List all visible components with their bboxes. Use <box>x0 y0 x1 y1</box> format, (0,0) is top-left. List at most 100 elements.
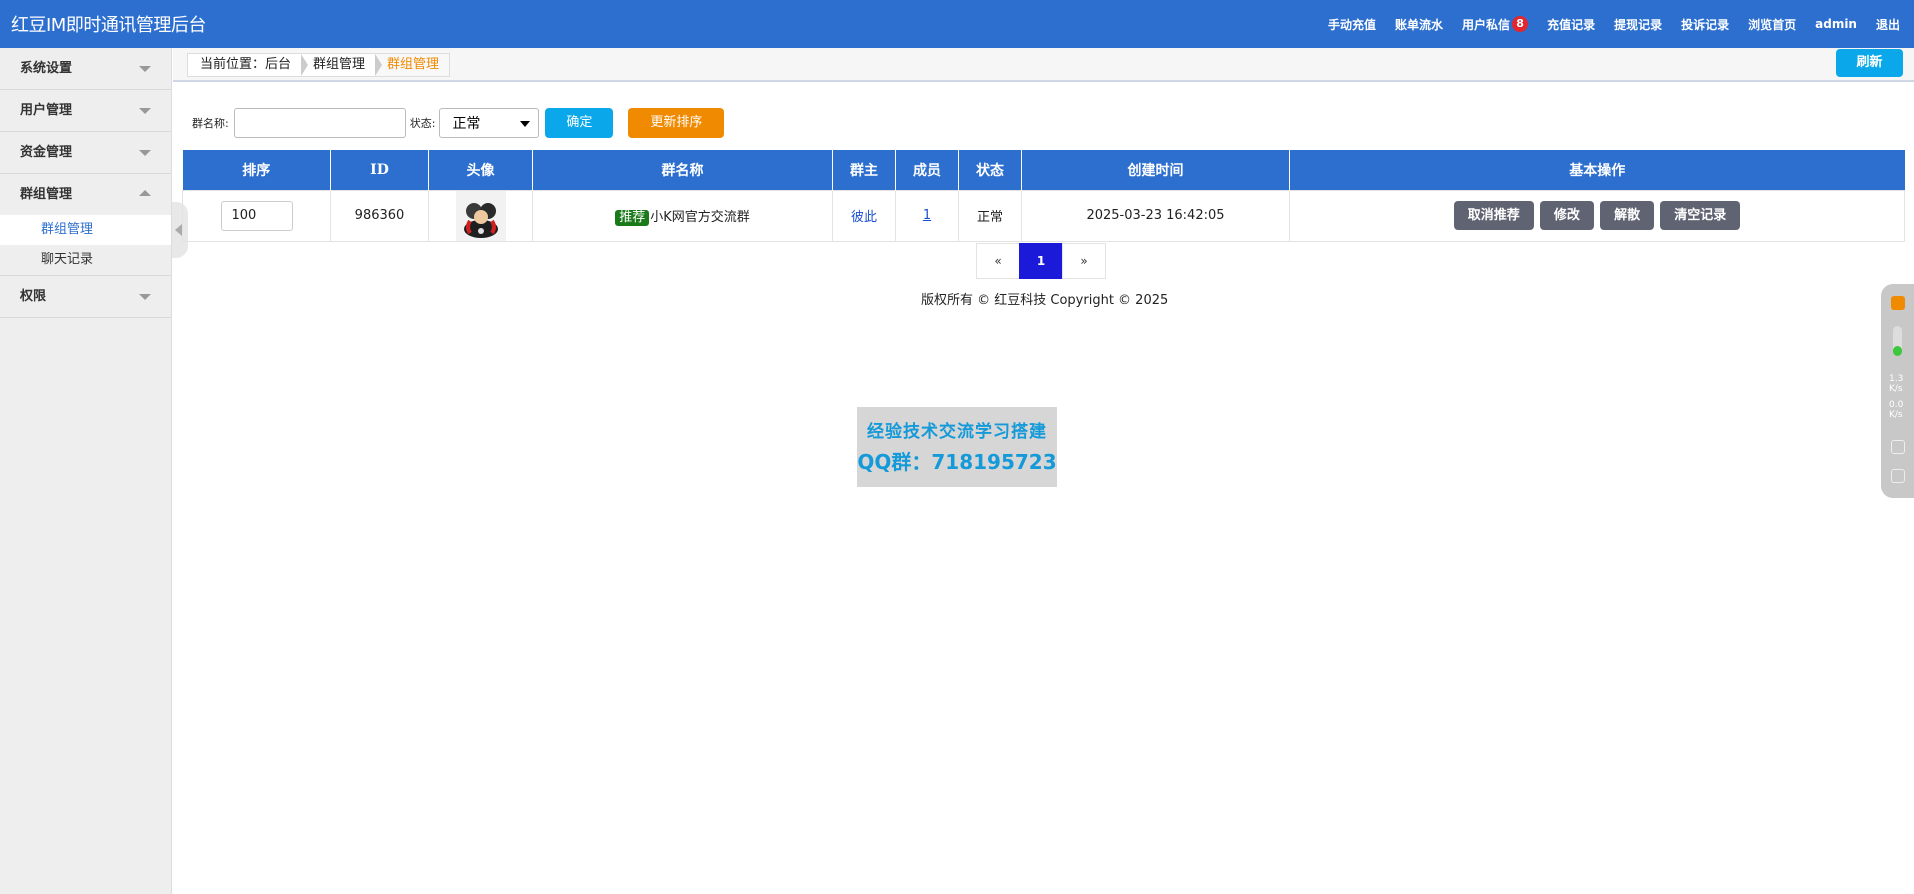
breadcrumb-home[interactable]: 当前位置：后台 <box>188 54 309 76</box>
sidebar-item-label: 系统设置 <box>20 61 73 76</box>
nav-manual-recharge[interactable]: 手动充值 <box>1328 16 1376 33</box>
sidebar: 系统设置 用户管理 资金管理 群组管理 群组管理 聊天记录 权限 <box>0 48 172 894</box>
upload-speed-unit: K/s <box>1889 384 1903 394</box>
group-avatar <box>455 190 506 241</box>
column-header-status: 状态 <box>958 150 1022 190</box>
memory-bar-fill <box>1893 346 1902 356</box>
chart-icon[interactable] <box>1891 440 1905 454</box>
chevron-down-icon <box>139 66 151 72</box>
nav-bill-flow[interactable]: 账单流水 <box>1395 16 1443 33</box>
confirm-button[interactable]: 确定 <box>545 108 614 138</box>
copyright-text: 版权所有 © 红豆科技 Copyright © 2025 <box>921 293 1169 308</box>
download-speed: 0.0 K/s <box>1889 400 1903 420</box>
speed-widget-logo-icon <box>1891 296 1905 310</box>
refresh-button[interactable]: 刷新 <box>1836 49 1903 77</box>
network-speed-widget[interactable]: 1.3 K/s 0.0 K/s <box>1881 284 1914 498</box>
clear-records-button[interactable]: 清空记录 <box>1660 201 1741 230</box>
chevron-down-icon <box>520 121 531 127</box>
cancel-recommend-button[interactable]: 取消推荐 <box>1453 201 1534 230</box>
nav-recharge-records[interactable]: 充值记录 <box>1547 16 1595 33</box>
nav-complaint-records[interactable]: 投诉记录 <box>1681 16 1729 33</box>
table-header-row: 排序 ID 头像 群名称 群主 成员 状态 创建时间 基本操作 <box>182 150 1905 190</box>
cell-group-name: 推荐 小K网官方交流群 <box>532 189 833 242</box>
column-header-actions: 基本操作 <box>1289 150 1905 190</box>
cell-actions: 取消推荐 修改 解散 清空记录 <box>1289 189 1905 242</box>
status-select-value: 正常 <box>452 116 481 132</box>
search-icon[interactable] <box>1891 469 1905 483</box>
nav-user-messages[interactable]: 用户私信 8 <box>1462 16 1529 33</box>
column-header-group-name: 群名称 <box>532 150 833 190</box>
column-header-members: 成员 <box>895 150 959 190</box>
group-table: 排序 ID 头像 群名称 群主 成员 状态 创建时间 基本操作 100 9863… <box>182 150 1905 242</box>
column-header-owner: 群主 <box>832 150 896 190</box>
pagination-page-1[interactable]: 1 <box>1019 243 1063 279</box>
group-name-label: 群名称: <box>192 117 229 130</box>
edit-button[interactable]: 修改 <box>1539 201 1594 230</box>
watermark-line-1: 经验技术交流学习搭建 <box>867 422 1047 442</box>
sort-order-input[interactable]: 100 <box>220 200 293 231</box>
nav-admin-user[interactable]: admin <box>1815 17 1857 31</box>
breadcrumb-bar: 当前位置：后台 群组管理 群组管理 刷新 <box>173 48 1914 82</box>
group-avatar-icon <box>463 202 498 238</box>
chevron-down-icon <box>139 150 151 156</box>
breadcrumb-current: 群组管理 <box>375 54 450 76</box>
nav-withdraw-records[interactable]: 提现记录 <box>1614 16 1662 33</box>
menu-group-system: 系统设置 <box>0 48 171 90</box>
sidebar-item-label: 群组管理 <box>20 187 73 202</box>
cell-members: 1 <box>895 189 959 242</box>
menu-group-groups: 群组管理 群组管理 聊天记录 <box>0 174 171 276</box>
sidebar-item-label: 资金管理 <box>20 145 73 160</box>
nav-user-messages-label: 用户私信 <box>1462 17 1511 32</box>
chevron-down-icon <box>139 108 151 114</box>
memory-bar-icon <box>1893 326 1902 356</box>
download-speed-value: 0.0 <box>1889 400 1904 410</box>
app-title: 红豆IM即时通讯管理后台 <box>11 15 206 36</box>
column-header-id: ID <box>330 150 429 190</box>
column-header-sort: 排序 <box>182 150 331 190</box>
watermark-banner: 经验技术交流学习搭建 QQ群：718195723 <box>857 407 1057 487</box>
cell-avatar <box>428 189 533 242</box>
table-row: 100 986360 推荐 小K网官方交流群 彼此 1 正常 2025-03-2… <box>182 189 1905 242</box>
cell-id: 986360 <box>330 189 429 242</box>
cell-owner: 彼此 <box>832 189 896 242</box>
breadcrumb-group-management[interactable]: 群组管理 <box>301 54 383 76</box>
column-header-avatar: 头像 <box>428 150 533 190</box>
breadcrumb: 当前位置：后台 群组管理 群组管理 <box>187 53 451 77</box>
update-sort-button[interactable]: 更新排序 <box>628 108 725 138</box>
pagination-prev[interactable]: « <box>976 243 1020 279</box>
menu-group-users: 用户管理 <box>0 90 171 132</box>
status-select[interactable]: 正常 <box>439 108 540 138</box>
sidebar-item-system-settings[interactable]: 系统设置 <box>0 48 171 89</box>
chevron-left-icon <box>175 224 182 236</box>
watermark-line-2: QQ群：718195723 <box>857 450 1057 474</box>
upload-speed: 1.3 K/s <box>1889 374 1903 394</box>
group-name-input[interactable] <box>233 108 406 138</box>
nav-logout[interactable]: 退出 <box>1876 16 1900 33</box>
dissolve-button[interactable]: 解散 <box>1600 201 1655 230</box>
recommend-tag: 推荐 <box>615 209 650 226</box>
menu-group-funds: 资金管理 <box>0 132 171 174</box>
owner-link[interactable]: 彼此 <box>851 210 877 225</box>
pagination-next[interactable]: » <box>1062 243 1106 279</box>
sidebar-subitem-group-management[interactable]: 群组管理 <box>0 215 171 245</box>
search-bar: 群名称: 状态: 正常 确定 更新排序 <box>192 107 725 139</box>
sidebar-subitem-chat-records[interactable]: 聊天记录 <box>0 245 171 275</box>
message-count-badge: 8 <box>1512 16 1529 32</box>
member-count-link[interactable]: 1 <box>923 208 931 223</box>
sidebar-item-label: 用户管理 <box>20 103 73 118</box>
cell-status: 正常 <box>958 189 1022 242</box>
cell-sort: 100 <box>182 189 331 242</box>
nav-browse-home[interactable]: 浏览首页 <box>1748 16 1796 33</box>
top-bar: 红豆IM即时通讯管理后台 手动充值 账单流水 用户私信 8 充值记录 提现记录 … <box>0 0 1914 48</box>
column-header-created: 创建时间 <box>1021 150 1290 190</box>
pagination: « 1 » <box>976 243 1106 279</box>
download-speed-unit: K/s <box>1889 410 1903 420</box>
top-nav: 手动充值 账单流水 用户私信 8 充值记录 提现记录 投诉记录 浏览首页 adm… <box>1309 0 1900 48</box>
status-label: 状态: <box>409 117 436 130</box>
upload-speed-value: 1.3 <box>1889 374 1904 384</box>
cell-created: 2025-03-23 16:42:05 <box>1021 189 1290 242</box>
group-name: 小K网官方交流群 <box>650 209 750 225</box>
sidebar-item-user-management[interactable]: 用户管理 <box>0 90 171 131</box>
sidebar-item-fund-management[interactable]: 资金管理 <box>0 132 171 173</box>
sidebar-item-group-management[interactable]: 群组管理 <box>0 174 171 215</box>
